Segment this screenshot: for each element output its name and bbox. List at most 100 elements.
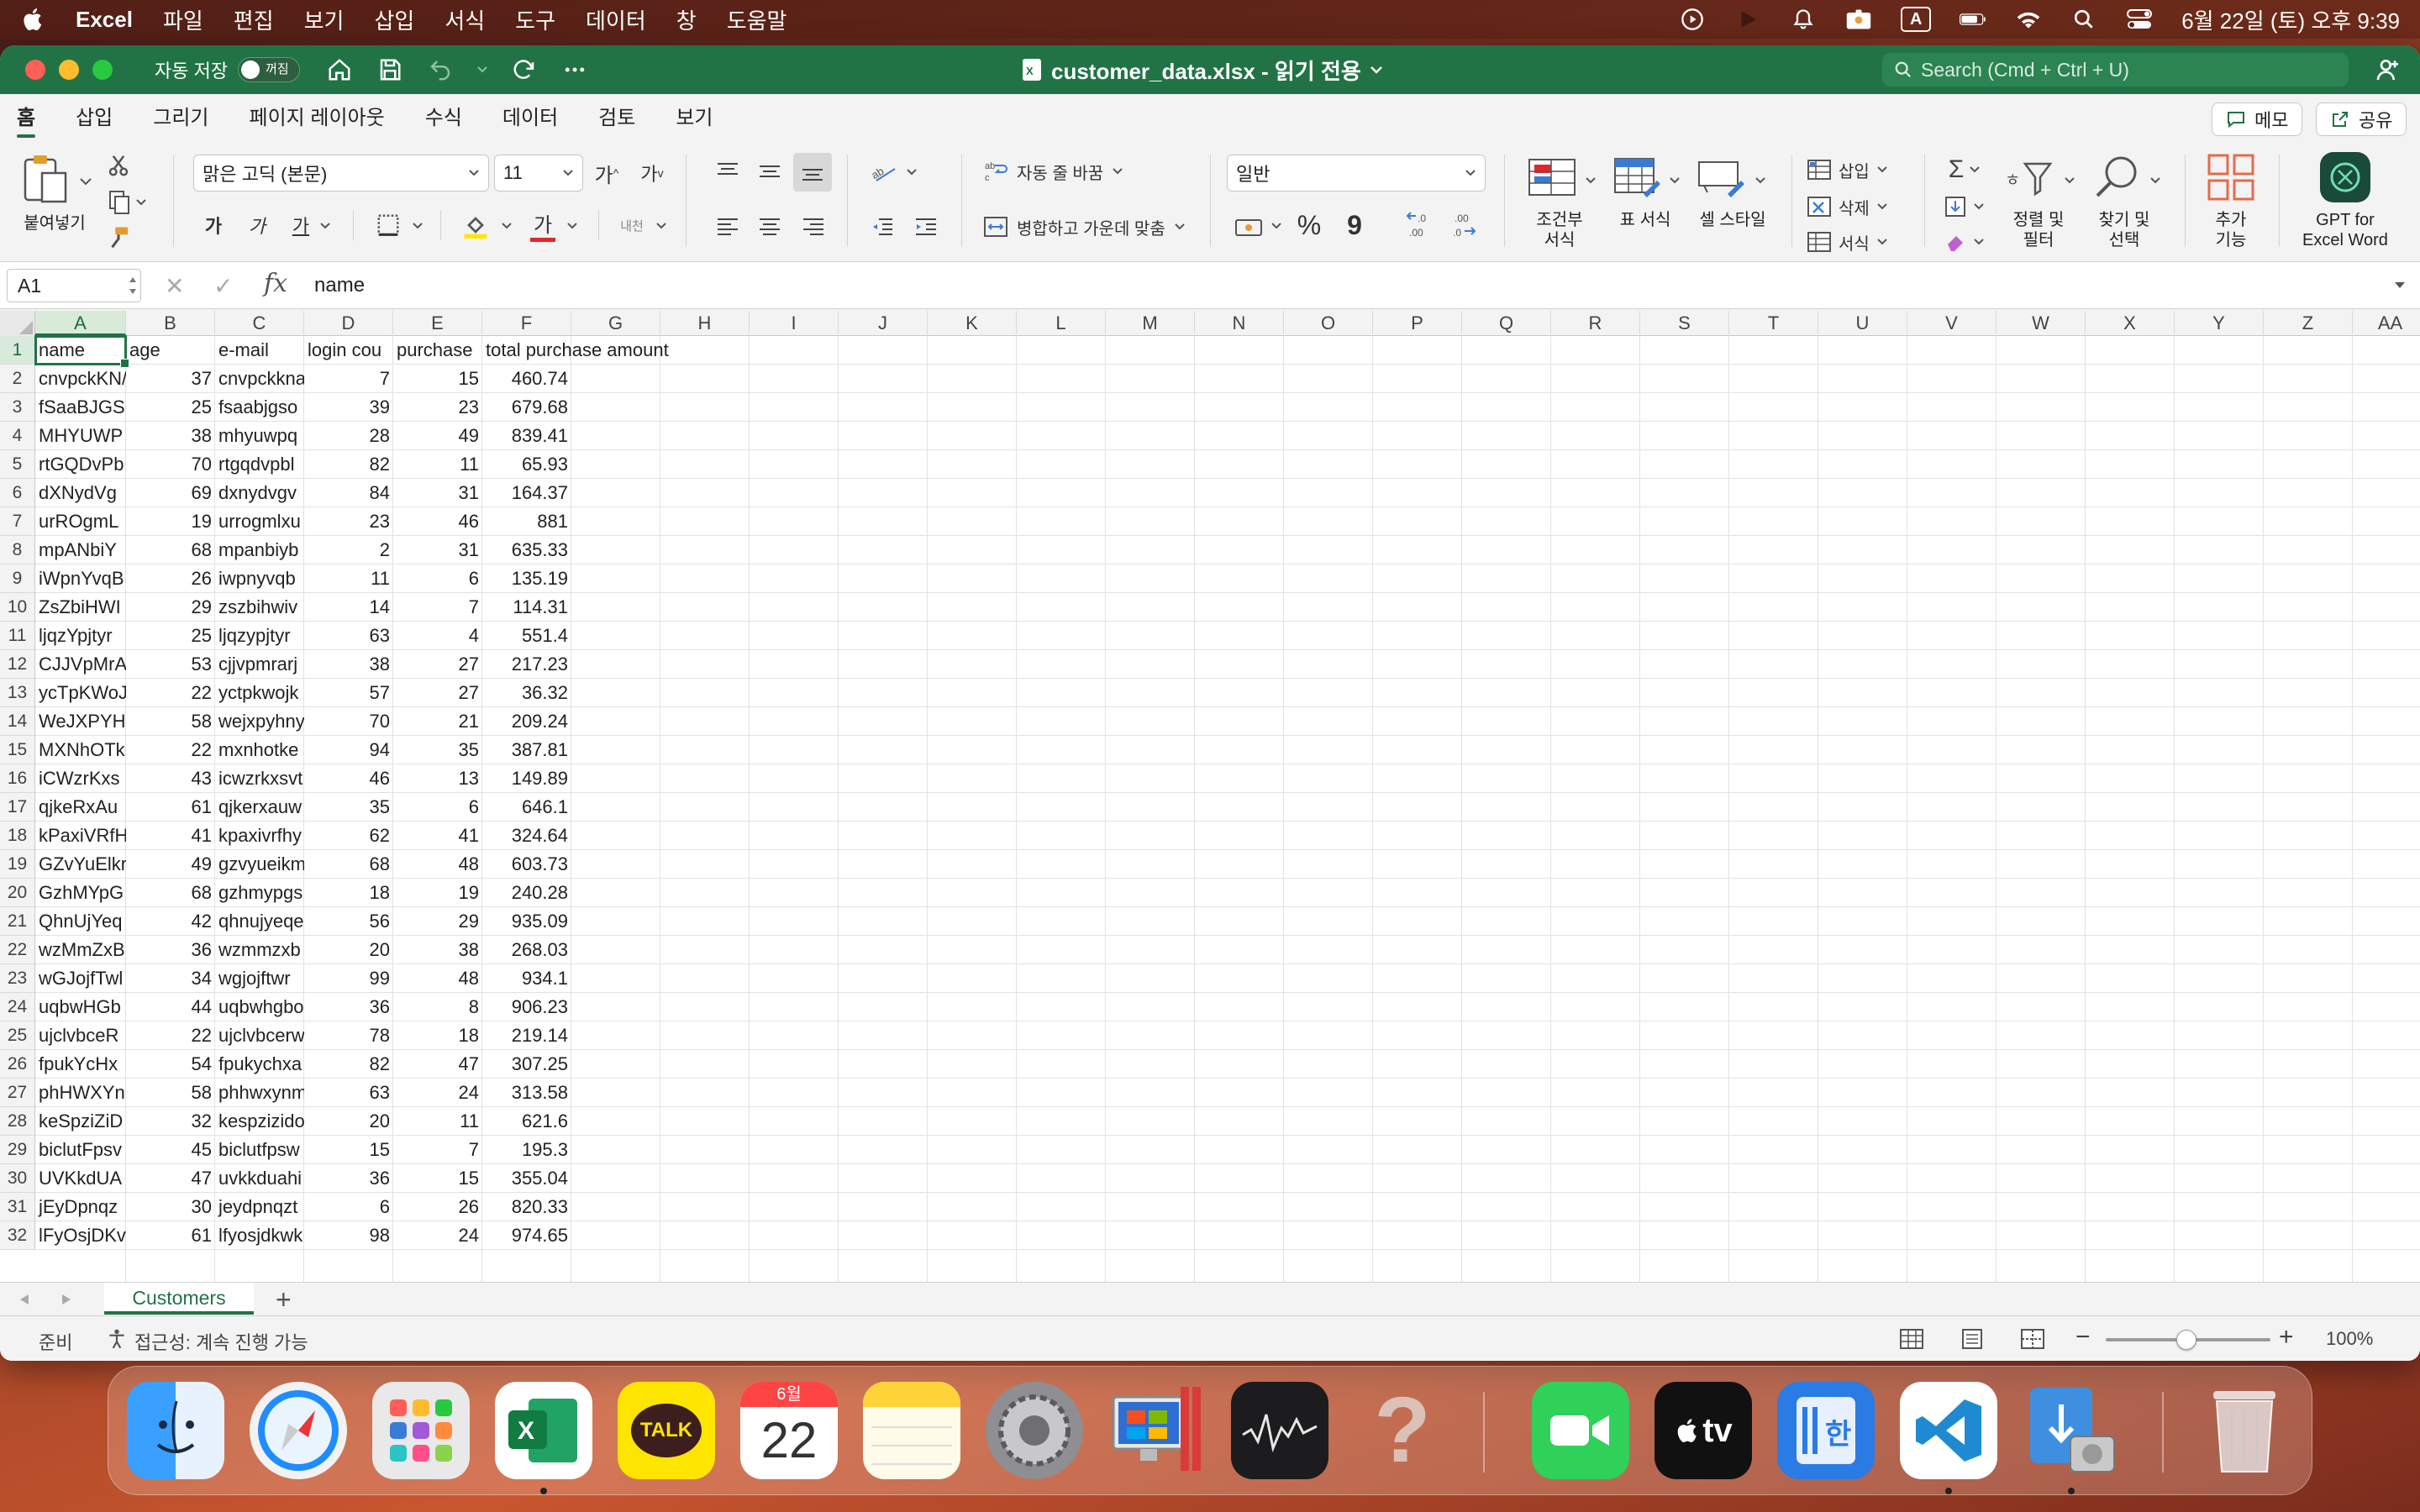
table-cell[interactable]: 46 [304, 764, 393, 793]
table-cell[interactable]: GzhMYpG [35, 879, 126, 907]
borders-dropdown-icon[interactable] [412, 222, 424, 230]
table-cell[interactable]: 31 [393, 479, 482, 507]
table-cell[interactable]: ljqzYpjtyr [35, 622, 126, 650]
table-cell[interactable]: 36 [126, 936, 215, 964]
conditional-format-icon[interactable] [1524, 151, 1580, 203]
help-icon[interactable]: ? [1354, 1382, 1451, 1479]
table-cell[interactable]: 43 [126, 764, 215, 793]
table-cell[interactable]: ZsZbiHWI [35, 593, 126, 622]
table-cell[interactable]: 355.04 [482, 1164, 571, 1193]
column-header-a[interactable]: A [35, 311, 126, 336]
paste-label[interactable]: 붙여넣기 [17, 213, 92, 234]
apple-icon[interactable] [20, 6, 47, 33]
table-cell[interactable]: rtgqdvpbl [215, 450, 304, 479]
menu-file[interactable]: 파일 [163, 4, 203, 35]
column-header-b[interactable]: B [126, 311, 215, 336]
table-cell[interactable]: kespzizido [215, 1107, 304, 1136]
table-cell[interactable]: 58 [126, 707, 215, 736]
phonetic-button[interactable]: 내천 [613, 208, 650, 242]
font-size-select[interactable]: 11 [494, 155, 583, 192]
format-table-label[interactable]: 표 서식 [1605, 210, 1686, 230]
comma-style-button[interactable]: 9 [1338, 208, 1371, 242]
table-cell[interactable]: urROgmL [35, 507, 126, 536]
table-cell[interactable]: wgjojftwr [215, 964, 304, 993]
table-cell[interactable]: 31 [393, 536, 482, 564]
insert-function-icon[interactable]: fx [264, 269, 287, 298]
cut-icon[interactable] [104, 151, 133, 180]
control-center-icon[interactable] [2126, 6, 2153, 33]
table-cell[interactable]: 135.19 [482, 564, 571, 593]
more-options-icon[interactable] [560, 55, 589, 84]
column-header-f[interactable]: F [482, 311, 571, 336]
table-cell[interactable]: 22 [126, 736, 215, 764]
zoom-level[interactable]: 100% [2326, 1328, 2373, 1350]
table-cell[interactable]: yctpkwojk [215, 679, 304, 707]
table-cell[interactable]: 54 [126, 1050, 215, 1079]
sort-filter-label[interactable]: 정렬 및 필터 [1998, 210, 2079, 250]
safari-icon[interactable] [250, 1382, 347, 1479]
format-painter-icon[interactable] [104, 223, 133, 252]
accessibility-status[interactable]: 접근성: 계속 진행 가능 [134, 1328, 308, 1355]
page-layout-view-icon[interactable] [1960, 1328, 1985, 1350]
table-cell[interactable]: 68 [126, 879, 215, 907]
tab-view[interactable]: 보기 [676, 94, 713, 143]
table-cell[interactable]: 820.33 [482, 1193, 571, 1221]
table-cell[interactable]: 13 [393, 764, 482, 793]
percent-style-button[interactable]: % [1292, 208, 1326, 242]
row-header[interactable]: 29 [0, 1136, 35, 1164]
addins-icon[interactable] [2203, 150, 2259, 205]
paste-dropdown-icon[interactable] [79, 176, 92, 186]
table-cell[interactable]: dXNydVg [35, 479, 126, 507]
expand-formula-bar-icon[interactable] [2393, 281, 2407, 291]
table-cell[interactable]: 646.1 [482, 793, 571, 822]
table-cell[interactable]: urrogmlxu [215, 507, 304, 536]
format-cells-button[interactable]: 서식 [1807, 227, 1911, 257]
table-cell[interactable]: 57 [304, 679, 393, 707]
align-middle-icon[interactable] [753, 155, 786, 188]
table-cell[interactable]: mhyuwpq [215, 422, 304, 450]
table-cell[interactable]: 11 [393, 1107, 482, 1136]
conditional-format-label[interactable]: 조건부 서식 [1518, 210, 1602, 250]
table-cell[interactable]: phhwxynm [215, 1079, 304, 1107]
page-break-view-icon[interactable] [2020, 1328, 2045, 1350]
finder-icon[interactable] [127, 1382, 224, 1479]
number-format-select[interactable]: 일반 [1227, 155, 1486, 192]
row-header[interactable]: 13 [0, 679, 35, 707]
table-cell[interactable]: 114.31 [482, 593, 571, 622]
gpt-excel-icon[interactable] [2316, 150, 2375, 205]
table-cell[interactable]: MHYUWP [35, 422, 126, 450]
table-cell[interactable]: 56 [304, 907, 393, 936]
table-cell[interactable]: 53 [126, 650, 215, 679]
italic-button[interactable]: 가 [242, 208, 272, 242]
table-cell[interactable]: gzhmypgs [215, 879, 304, 907]
column-header-l[interactable]: L [1017, 311, 1106, 336]
menu-help[interactable]: 도움말 [727, 4, 787, 35]
table-cell[interactable]: 36 [304, 993, 393, 1021]
zoom-out-button[interactable]: − [2075, 1323, 2091, 1352]
table-cell[interactable]: 460.74 [482, 365, 571, 393]
increase-indent-icon[interactable] [909, 210, 943, 244]
column-header-i[interactable]: I [750, 311, 839, 336]
row-header[interactable]: 8 [0, 536, 35, 564]
table-cell[interactable]: wejxpyhny [215, 707, 304, 736]
row-header[interactable]: 26 [0, 1050, 35, 1079]
row-header[interactable]: 19 [0, 850, 35, 879]
account-icon[interactable] [2375, 56, 2402, 83]
tab-draw[interactable]: 그리기 [153, 94, 208, 143]
table-cell[interactable]: 98 [304, 1221, 393, 1250]
table-cell[interactable]: 65.93 [482, 450, 571, 479]
document-title[interactable]: X customer_data.xlsx - 읽기 전용 [1021, 45, 1383, 94]
row-header[interactable]: 27 [0, 1079, 35, 1107]
phonetic-dropdown-icon[interactable] [655, 222, 667, 230]
table-cell[interactable]: 63 [304, 1079, 393, 1107]
table-cell[interactable]: 23 [304, 507, 393, 536]
table-cell[interactable]: lfyosjdkwk [215, 1221, 304, 1250]
table-cell[interactable]: 8 [393, 993, 482, 1021]
calendar-icon[interactable]: 6월 22 [740, 1382, 838, 1479]
table-cell[interactable]: ycTpKWoJ [35, 679, 126, 707]
table-cell[interactable]: 6 [304, 1193, 393, 1221]
column-header-n[interactable]: N [1195, 311, 1284, 336]
table-cell[interactable]: 38 [126, 422, 215, 450]
table-cell[interactable]: fsaabjgso [215, 393, 304, 422]
zoom-slider-thumb[interactable] [2176, 1330, 2196, 1350]
